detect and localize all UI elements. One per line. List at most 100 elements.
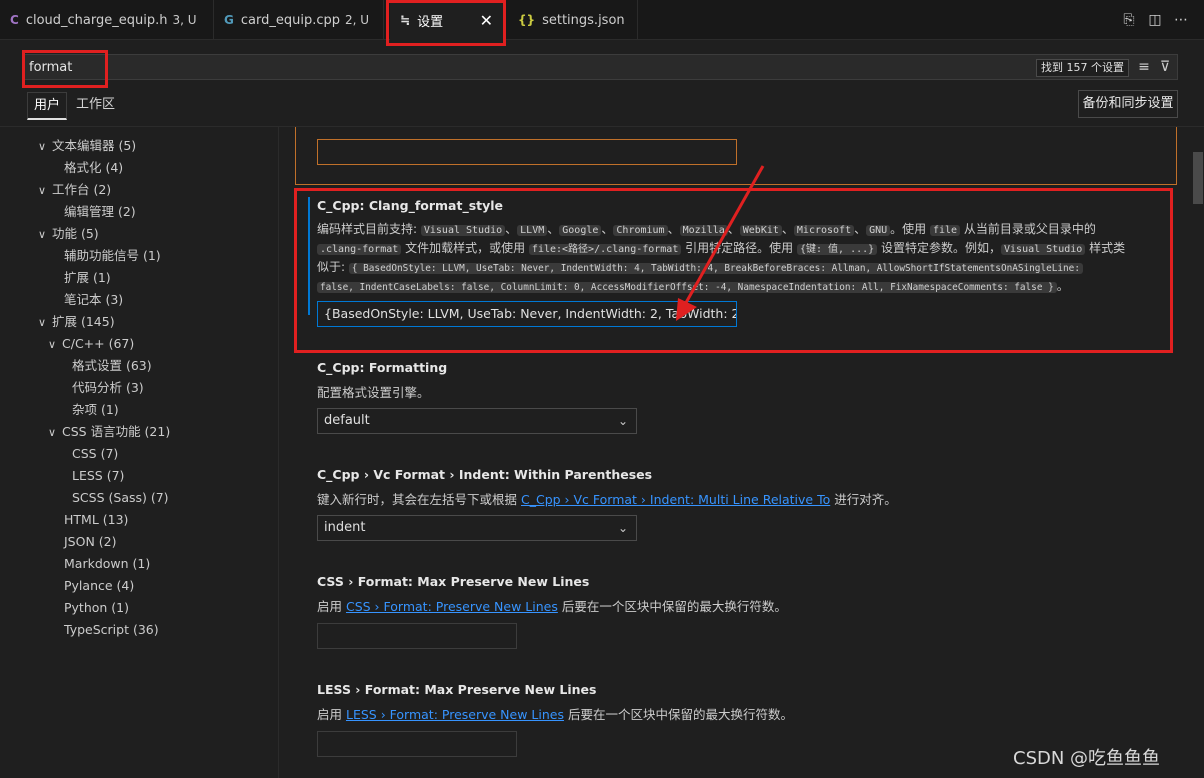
toc-label: 代码分析 (3)	[72, 380, 144, 395]
toc-item[interactable]: ∨ 功能 (5)	[38, 224, 99, 244]
toc-label: Markdown (1)	[64, 556, 151, 571]
open-settings-json-icon[interactable]: ⎘	[1120, 11, 1138, 29]
setting-title-formatting: C_Cpp: Formatting	[317, 360, 448, 375]
toc-label: 编辑管理 (2)	[64, 204, 136, 219]
toc-item[interactable]: 笔记本 (3)	[64, 290, 123, 310]
toc-item[interactable]: 格式化 (4)	[64, 158, 123, 178]
tab-settings-json[interactable]: {} settings.json	[508, 0, 638, 40]
toc-label: 工作台 (2)	[52, 182, 112, 197]
toc-item[interactable]: ∨ 扩展 (145)	[38, 312, 115, 332]
settings-search-input[interactable]	[29, 57, 629, 77]
tab-status: 3, U	[172, 13, 197, 27]
toc-item[interactable]: Markdown (1)	[64, 554, 150, 574]
toc-item[interactable]: ∨ 文本编辑器 (5)	[38, 136, 136, 156]
toc-item[interactable]: Pylance (4)	[64, 576, 134, 596]
css-max-preserve-input[interactable]	[317, 623, 517, 649]
highlight-clang-format-setting	[294, 188, 1173, 353]
tab-cloud-charge-equip-h[interactable]: C cloud_charge_equip.h 3, U	[0, 0, 214, 40]
toc-item[interactable]: HTML (13)	[64, 510, 128, 530]
setting-title-less-max-preserve: LESS › Format: Max Preserve New Lines	[317, 682, 597, 697]
toc-label: 文本编辑器 (5)	[52, 138, 137, 153]
toc-label: 功能 (5)	[52, 226, 99, 241]
clear-filter-icon[interactable]: ≡	[1135, 58, 1153, 76]
toc-item[interactable]: Python (1)	[64, 598, 129, 618]
result-count-badge: 找到 157 个设置	[1036, 59, 1129, 77]
select-value: indent	[324, 520, 366, 535]
toc-item[interactable]: 代码分析 (3)	[72, 378, 144, 398]
toc-item[interactable]: 编辑管理 (2)	[64, 202, 136, 222]
chevron-down-icon: ∨	[38, 228, 47, 241]
toc-label: Pylance (4)	[64, 578, 135, 593]
chevron-down-icon: ∨	[48, 338, 57, 351]
setting-link[interactable]: C_Cpp › Vc Format › Indent: Multi Line R…	[521, 492, 830, 507]
tab-label: settings.json	[542, 12, 625, 28]
toc-label: 笔记本 (3)	[64, 292, 124, 307]
setting-desc-css-max-preserve: 启用 CSS › Format: Preserve New Lines 后要在一…	[317, 596, 787, 615]
previous-setting-input[interactable]	[317, 139, 737, 165]
toc-label: Python (1)	[64, 600, 130, 615]
toc-label: CSS (7)	[72, 446, 119, 461]
json-file-icon: {}	[518, 13, 536, 27]
setting-desc-formatting: 配置格式设置引擎。	[317, 385, 430, 400]
desc-text: 后要在一个区块中保留的最大换行符数。	[557, 599, 787, 614]
setting-desc-vc-format-indent: 键入新行时，其会在左括号下或根据 C_Cpp › Vc Format › Ind…	[317, 489, 897, 508]
toc-item[interactable]: LESS (7)	[72, 466, 124, 486]
chevron-down-icon: ⌄	[617, 521, 628, 535]
vc-format-indent-select[interactable]: indent ⌄	[317, 515, 637, 541]
toc-label: 格式化 (4)	[64, 160, 124, 175]
toc-label: SCSS (Sass) (7)	[72, 490, 169, 505]
toc-item[interactable]: 扩展 (1)	[64, 268, 111, 288]
toc-item[interactable]: JSON (2)	[64, 532, 117, 552]
scrollbar[interactable]	[1192, 127, 1204, 778]
scrollbar-thumb[interactable]	[1193, 152, 1203, 204]
tab-card-equip-cpp[interactable]: G card_equip.cpp 2, U	[214, 0, 384, 40]
tab-user-scope[interactable]: 用户	[27, 92, 68, 120]
toc-label: 杂项 (1)	[72, 402, 119, 417]
toc-item[interactable]: 辅助功能信号 (1)	[64, 246, 161, 266]
backup-sync-button[interactable]: 备份和同步设置	[1078, 90, 1178, 118]
cpp-file-icon: G	[224, 13, 234, 27]
chevron-down-icon: ⌄	[617, 414, 628, 428]
toc-label: JSON (2)	[64, 534, 117, 549]
formatting-select[interactable]: default ⌄	[317, 408, 637, 434]
tab-label: cloud_charge_equip.h	[25, 12, 168, 28]
toc-label: 辅助功能信号 (1)	[64, 248, 161, 263]
toc-label: CSS 语言功能 (21)	[62, 424, 171, 439]
desc-text: 后要在一个区块中保留的最大换行符数。	[563, 707, 793, 722]
setting-title-vc-format-indent: C_Cpp › Vc Format › Indent: Within Paren…	[317, 467, 653, 482]
less-max-preserve-input[interactable]	[317, 731, 517, 757]
select-value: default	[324, 413, 370, 428]
highlight-settings-tab	[386, 0, 506, 46]
desc-text: 启用	[317, 707, 346, 722]
toc-item[interactable]: ∨ CSS 语言功能 (21)	[48, 422, 170, 442]
toc-item[interactable]: ∨ C/C++ (67)	[48, 334, 134, 354]
tab-workspace-scope[interactable]: 工作区	[70, 92, 121, 120]
toc-label: LESS (7)	[72, 468, 125, 483]
tab-status: 2, U	[344, 13, 370, 27]
setting-link[interactable]: CSS › Format: Preserve New Lines	[346, 599, 558, 614]
toc-item[interactable]: 格式设置 (63)	[72, 356, 152, 376]
setting-link[interactable]: LESS › Format: Preserve New Lines	[346, 707, 564, 722]
split-editor-icon[interactable]: ◫	[1146, 11, 1164, 29]
chevron-down-icon: ∨	[48, 426, 57, 439]
toc-item[interactable]: SCSS (Sass) (7)	[72, 488, 169, 508]
toc-label: 扩展 (1)	[64, 270, 111, 285]
watermark: CSDN @吃鱼鱼鱼	[1013, 748, 1161, 769]
settings-search-bar: 找到 157 个设置 ≡ ⊽	[24, 54, 1178, 80]
more-actions-icon[interactable]: ⋯	[1172, 11, 1190, 29]
toc-label: HTML (13)	[64, 512, 129, 527]
toc-label: C/C++ (67)	[62, 336, 135, 351]
desc-text: 键入新行时，其会在左括号下或根据	[317, 492, 521, 507]
chevron-down-icon: ∨	[38, 140, 47, 153]
chevron-down-icon: ∨	[38, 316, 47, 329]
highlight-search	[22, 50, 108, 88]
chevron-down-icon: ∨	[38, 184, 47, 197]
toc-label: TypeScript (36)	[64, 622, 159, 637]
toc-item[interactable]: 杂项 (1)	[72, 400, 119, 420]
filter-icon[interactable]: ⊽	[1156, 58, 1174, 76]
toc-item[interactable]: ∨ 工作台 (2)	[38, 180, 111, 200]
toc-label: 格式设置 (63)	[72, 358, 152, 373]
toc-item[interactable]: CSS (7)	[72, 444, 118, 464]
tab-label: card_equip.cpp	[240, 12, 340, 28]
toc-item[interactable]: TypeScript (36)	[64, 620, 159, 640]
